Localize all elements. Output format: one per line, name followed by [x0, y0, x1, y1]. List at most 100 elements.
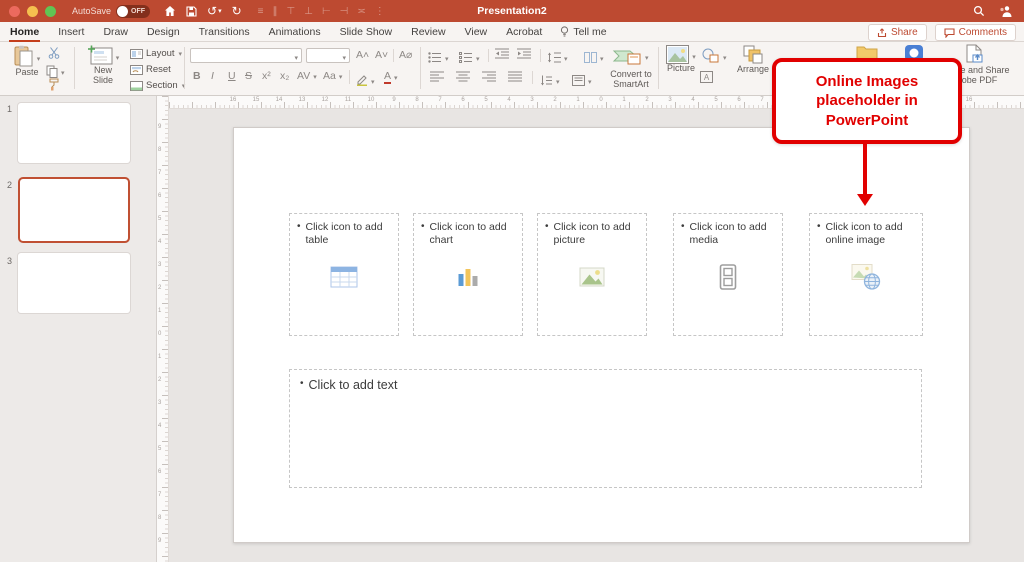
line-spacing-button[interactable]: [547, 48, 568, 66]
font-color-button[interactable]: A: [384, 70, 398, 84]
autosave-toggle[interactable]: OFF: [116, 5, 150, 18]
insert-picture-icon[interactable]: [580, 267, 605, 286]
tab-animations[interactable]: Animations: [268, 23, 322, 40]
columns-button[interactable]: [584, 48, 604, 66]
search-icon[interactable]: [973, 5, 985, 17]
align-text-button[interactable]: [572, 71, 592, 89]
align-center-button[interactable]: [456, 71, 470, 82]
columns-icon: [584, 52, 597, 63]
tab-transitions[interactable]: Transitions: [198, 23, 251, 40]
placeholder-picture[interactable]: Click icon to add picture: [537, 213, 647, 336]
smartart-icon: [612, 45, 642, 67]
tab-design[interactable]: Design: [146, 23, 181, 40]
slide-thumbnail-2-selected[interactable]: [18, 177, 130, 243]
convert-smartart-button[interactable]: [612, 45, 649, 67]
shrink-font-button[interactable]: A˅: [375, 49, 388, 61]
reset-button[interactable]: Reset: [130, 64, 171, 75]
shapes-button[interactable]: [702, 47, 727, 65]
share-button[interactable]: Share: [868, 24, 927, 41]
close-window-button[interactable]: [9, 6, 20, 17]
layout-icon: [130, 49, 143, 59]
character-spacing-button[interactable]: AV: [297, 70, 317, 82]
comments-button[interactable]: Comments: [935, 24, 1016, 41]
justify-button[interactable]: [508, 71, 522, 82]
section-button[interactable]: Section: [130, 80, 185, 91]
layout-button[interactable]: Layout: [130, 48, 182, 59]
strikethrough-button[interactable]: S: [245, 70, 252, 82]
align-left-button[interactable]: [430, 71, 444, 82]
slide-thumbnail-1[interactable]: [18, 103, 130, 163]
font-size-combobox[interactable]: [306, 48, 350, 63]
increase-indent-button[interactable]: [517, 48, 531, 59]
zoom-window-button[interactable]: [45, 6, 56, 17]
numbering-button[interactable]: [459, 48, 480, 66]
section-icon: [130, 81, 143, 91]
tab-acrobat[interactable]: Acrobat: [505, 23, 543, 40]
insert-online-image-icon[interactable]: [851, 263, 881, 290]
save-icon[interactable]: [186, 6, 197, 17]
placeholder-chart[interactable]: Click icon to add chart: [413, 213, 523, 336]
slide-canvas[interactable]: Click icon to add table Click icon to ad…: [233, 127, 970, 543]
text-box-button[interactable]: A: [700, 71, 713, 83]
change-case-button[interactable]: Aa: [323, 70, 342, 82]
disabled-align-icon: ≍: [357, 6, 365, 17]
line-spacing-icon: [547, 52, 561, 63]
insert-chart-icon[interactable]: [458, 267, 479, 287]
tab-insert[interactable]: Insert: [57, 23, 85, 40]
italic-button[interactable]: I: [211, 70, 214, 82]
presenter-icon[interactable]: [999, 5, 1012, 18]
slide-thumbnail-3[interactable]: [18, 253, 130, 313]
tab-review[interactable]: Review: [410, 23, 446, 40]
align-right-button[interactable]: [482, 71, 496, 82]
align-left-icon: [430, 71, 444, 82]
minimize-window-button[interactable]: [27, 6, 38, 17]
powerpoint-window: AutoSave OFF ↺▾ ↻ ≡∥⊤⊥⊢⊣≍⋮ Presentation2: [0, 0, 1024, 562]
placeholder-table[interactable]: Click icon to add table: [289, 213, 399, 336]
bold-button[interactable]: B: [193, 70, 201, 82]
arrange-button[interactable]: Arrange: [734, 45, 772, 75]
tab-view[interactable]: View: [464, 23, 489, 40]
tab-tell-me[interactable]: Tell me: [560, 26, 606, 38]
annotation-callout: Online Images placeholder in PowerPoint: [772, 58, 962, 144]
numbering-icon: [459, 52, 473, 63]
ribbon-tab-row: Home Insert Draw Design Transitions Anim…: [0, 22, 1024, 42]
subscript-button[interactable]: x₂: [280, 70, 289, 82]
insert-table-icon[interactable]: [331, 266, 358, 287]
superscript-button[interactable]: x²: [262, 70, 271, 82]
bullets-button[interactable]: [428, 48, 449, 66]
highlighter-icon: [356, 74, 368, 86]
picture-button[interactable]: Picture: [664, 45, 698, 74]
placeholder-text[interactable]: Click to add text: [289, 369, 922, 488]
clear-formatting-button[interactable]: A⌀: [399, 49, 412, 61]
arrange-icon: [743, 45, 764, 65]
format-painter-button[interactable]: [48, 78, 60, 91]
disabled-align-icon: ⊥: [304, 6, 313, 17]
share-icon: [877, 28, 887, 38]
align-right-icon: [482, 71, 496, 82]
insert-media-icon[interactable]: [720, 264, 737, 290]
tab-home[interactable]: Home: [9, 23, 40, 40]
redo-button[interactable]: ↻: [232, 4, 242, 18]
tab-slide-show[interactable]: Slide Show: [339, 23, 394, 40]
annotation-arrow: [863, 144, 867, 195]
new-slide-button[interactable]: New Slide: [80, 45, 126, 86]
placeholder-media[interactable]: Click icon to add media: [673, 213, 783, 336]
clipboard-icon: [14, 45, 34, 68]
autosave-control[interactable]: AutoSave OFF: [72, 5, 150, 18]
highlight-color-button[interactable]: [356, 71, 375, 89]
disabled-align-icon: ⊢: [322, 6, 331, 17]
home-icon[interactable]: [164, 5, 176, 17]
underline-button[interactable]: U: [228, 70, 236, 82]
undo-button[interactable]: ↺▾: [207, 4, 222, 18]
cut-button[interactable]: [48, 47, 61, 59]
paste-button[interactable]: Paste: [8, 45, 46, 78]
text-direction-button[interactable]: [540, 71, 560, 89]
grow-font-button[interactable]: A˄: [356, 49, 369, 61]
decrease-indent-button[interactable]: [495, 48, 509, 59]
autosave-knob: [117, 6, 128, 17]
quick-access-disabled-icons: ≡∥⊤⊥⊢⊣≍⋮: [258, 6, 385, 17]
font-name-combobox[interactable]: [190, 48, 302, 63]
tab-draw[interactable]: Draw: [102, 23, 129, 40]
placeholder-online-image[interactable]: Click icon to add online image: [809, 213, 923, 336]
disabled-align-icon: ⋮: [375, 6, 385, 17]
